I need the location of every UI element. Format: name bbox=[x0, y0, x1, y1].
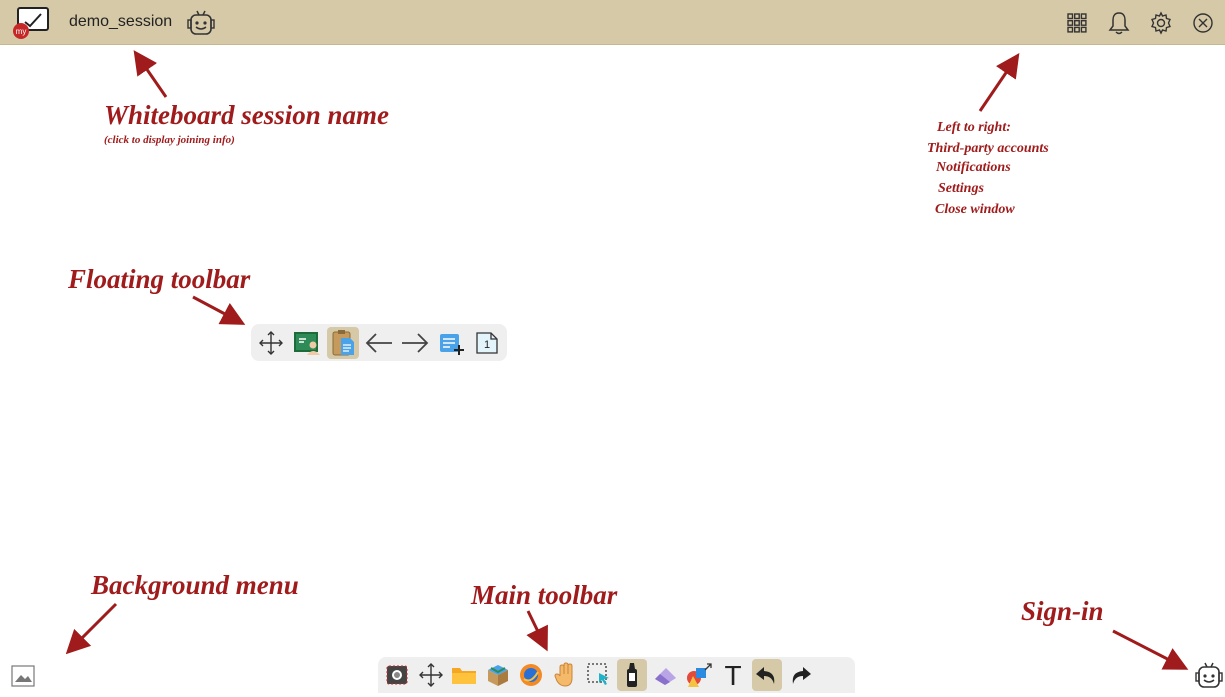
add-page-icon[interactable] bbox=[435, 327, 467, 359]
grid-icon[interactable] bbox=[1063, 9, 1091, 37]
top-bar: my demo_session bbox=[0, 0, 1225, 45]
arrow-floating-toolbar bbox=[192, 295, 246, 325]
browser-icon[interactable] bbox=[516, 659, 546, 691]
folder-icon[interactable] bbox=[449, 659, 479, 691]
shapes-icon[interactable] bbox=[684, 659, 714, 691]
annotation-right-line-1: Left to right: bbox=[937, 120, 1011, 135]
close-circle-icon[interactable] bbox=[1189, 9, 1217, 37]
sign-in-bot-icon[interactable] bbox=[1194, 660, 1224, 692]
clipboard-icon[interactable] bbox=[327, 326, 359, 359]
annotation-sign-in: Sign-in bbox=[1021, 596, 1104, 626]
session-name[interactable]: demo_session bbox=[69, 13, 172, 31]
move-icon[interactable] bbox=[255, 327, 287, 359]
annotation-background-menu: Background menu bbox=[91, 570, 299, 600]
app-logo-icon[interactable]: my bbox=[10, 6, 52, 40]
gear-icon[interactable] bbox=[1147, 9, 1175, 37]
page-number-text: 1 bbox=[484, 339, 490, 351]
page-number-icon[interactable]: 1 bbox=[471, 327, 503, 359]
arrow-background-menu bbox=[65, 602, 118, 655]
annotation-right-line-3: Notifications bbox=[936, 160, 1011, 175]
top-right-controls bbox=[1063, 9, 1217, 37]
annotation-session-title: Whiteboard session name bbox=[104, 100, 390, 130]
annotation-right-line-5: Close window bbox=[935, 202, 1015, 217]
annotation-floating-toolbar: Floating toolbar bbox=[68, 264, 251, 294]
arrow-top-right bbox=[978, 53, 1020, 112]
text-tool-glyph: T bbox=[724, 662, 741, 688]
floating-toolbar: 1 bbox=[251, 324, 507, 361]
logo-badge-text: my bbox=[16, 27, 27, 36]
screenshot-icon[interactable] bbox=[382, 659, 412, 691]
marker-icon[interactable] bbox=[617, 659, 648, 691]
text-icon[interactable]: T bbox=[718, 659, 748, 691]
move-icon[interactable] bbox=[416, 659, 446, 691]
background-menu-icon[interactable] bbox=[11, 665, 35, 687]
arrow-right-icon[interactable] bbox=[399, 327, 431, 359]
annotation-right-line-2: Third-party accounts bbox=[927, 141, 1049, 156]
redo-icon[interactable] bbox=[785, 659, 815, 691]
bell-icon[interactable] bbox=[1105, 9, 1133, 37]
main-toolbar: T bbox=[378, 657, 855, 693]
arrow-session-name bbox=[133, 50, 168, 98]
arrow-main-toolbar bbox=[526, 610, 548, 652]
undo-icon[interactable] bbox=[751, 659, 782, 691]
box-icon[interactable] bbox=[483, 659, 513, 691]
annotation-main-toolbar: Main toolbar bbox=[471, 580, 618, 610]
annotation-right-line-4: Settings bbox=[938, 181, 984, 196]
bot-icon[interactable] bbox=[186, 8, 216, 38]
arrow-sign-in bbox=[1112, 629, 1189, 670]
select-icon[interactable] bbox=[584, 659, 614, 691]
arrow-left-icon[interactable] bbox=[363, 327, 395, 359]
annotation-session-subtitle: (click to display joining info) bbox=[104, 134, 235, 146]
eraser-icon[interactable] bbox=[651, 659, 681, 691]
presentation-icon[interactable] bbox=[291, 327, 323, 359]
hand-icon[interactable] bbox=[550, 659, 580, 691]
